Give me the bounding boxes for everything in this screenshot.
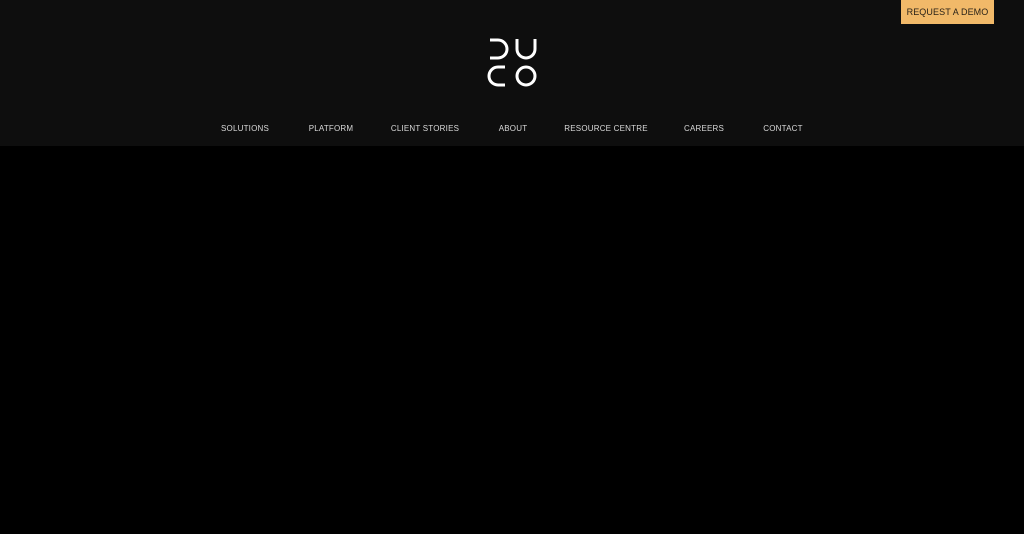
nav-item-about[interactable]: ABOUT — [499, 118, 528, 140]
nav-item-client-stories[interactable]: CLIENT STORIES — [391, 118, 459, 140]
nav-item-contact[interactable]: CONTACT — [763, 118, 802, 140]
nav-item-platform[interactable]: PLATFORM — [309, 118, 354, 140]
nav-item-careers[interactable]: CAREERS — [684, 118, 724, 140]
duco-logo[interactable] — [487, 37, 537, 87]
page: REQUEST A DEMO SOLUTIONS PLATFORM CLIENT… — [0, 0, 1024, 534]
request-demo-button[interactable]: REQUEST A DEMO — [901, 0, 994, 24]
hero-area — [0, 146, 1024, 534]
site-header: REQUEST A DEMO SOLUTIONS PLATFORM CLIENT… — [0, 0, 1024, 146]
main-nav: SOLUTIONS PLATFORM CLIENT STORIES ABOUT … — [0, 118, 1024, 140]
nav-item-resource-centre[interactable]: RESOURCE CENTRE — [564, 118, 647, 140]
nav-item-solutions[interactable]: SOLUTIONS — [221, 118, 269, 140]
